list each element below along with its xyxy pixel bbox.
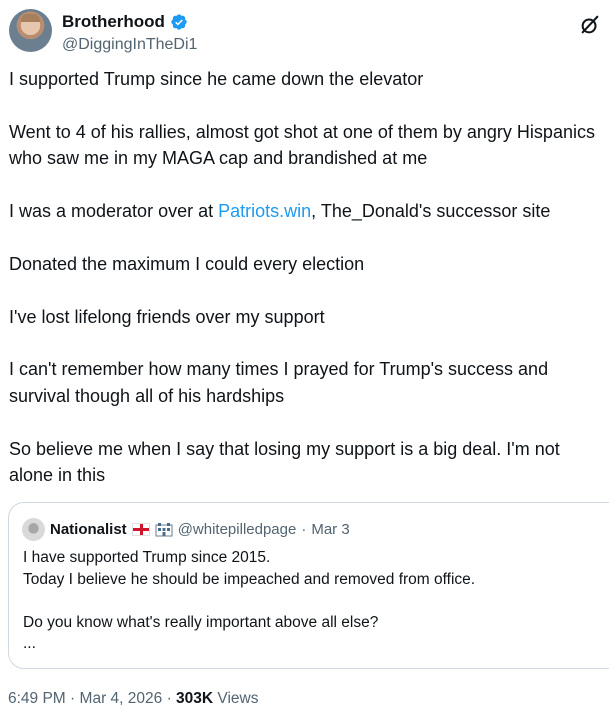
post-time[interactable]: 6:49 PM — [8, 690, 66, 707]
post-text: I supported Trump since he came down the… — [9, 66, 599, 515]
post-date[interactable]: Mar 4, 2026 — [80, 690, 163, 707]
author-display-name[interactable]: Brotherhood — [62, 12, 165, 32]
post-header: Brotherhood @DiggingInTheDi1 — [8, 6, 609, 54]
verified-badge-icon — [171, 14, 187, 30]
footer-separator: · — [70, 690, 76, 707]
quoted-post-text: I have supported Trump since 2015. Today… — [23, 547, 609, 655]
author-avatar[interactable] — [9, 9, 52, 52]
quoted-line: I have supported Trump since 2015. — [23, 549, 271, 566]
quoted-ellipsis: ... — [23, 635, 36, 652]
views-count: 303K — [176, 690, 214, 707]
post-paragraph: I've lost lifelong friends over my suppo… — [9, 306, 325, 327]
quoted-line: Today I believe he should be impeached a… — [23, 570, 476, 588]
moderator-text-before: I was a moderator over at — [9, 201, 219, 221]
quoted-line: Do you know what's really important abov… — [23, 613, 379, 631]
post-paragraph: I can't remember how many times I prayed… — [9, 359, 549, 406]
post-paragraph: So believe me when I say that losing my … — [9, 438, 560, 485]
quoted-post-date: Mar 3 — [311, 521, 350, 538]
footer-separator: · — [166, 690, 172, 707]
quoted-author-name: Nationalist — [50, 521, 127, 538]
grok-icon[interactable] — [579, 14, 601, 36]
england-flag-icon — [131, 523, 150, 536]
patriots-win-link[interactable]: Patriots.win — [218, 201, 311, 221]
moderator-text-after: , The_Donald's successor site — [311, 201, 551, 221]
quoted-post-header: Nationalist @whitepilledpage · Mar 3 — [22, 518, 350, 541]
post-paragraph: Went to 4 of his rallies, almost got sho… — [9, 121, 595, 169]
building-icon — [155, 523, 173, 537]
post-footer: 6:49 PM · Mar 4, 2026 · 303K Views — [8, 690, 259, 708]
post-paragraph-moderator: I was a moderator over at Patriots.win, … — [9, 198, 599, 224]
views-label: Views — [217, 690, 259, 707]
post-paragraph: Donated the maximum I could every electi… — [9, 253, 365, 274]
quoted-author-avatar — [22, 518, 45, 541]
author-name-row: Brotherhood — [62, 12, 188, 32]
quoted-meta-separator: · — [301, 521, 307, 538]
post-paragraph: I supported Trump since he came down the… — [9, 69, 424, 89]
quoted-author-handle: @whitepilledpage — [177, 521, 297, 538]
author-handle[interactable]: @DiggingInTheDi1 — [62, 36, 197, 54]
quoted-post-card[interactable]: Nationalist @whitepilledpage · Mar 3 I h… — [8, 502, 609, 669]
